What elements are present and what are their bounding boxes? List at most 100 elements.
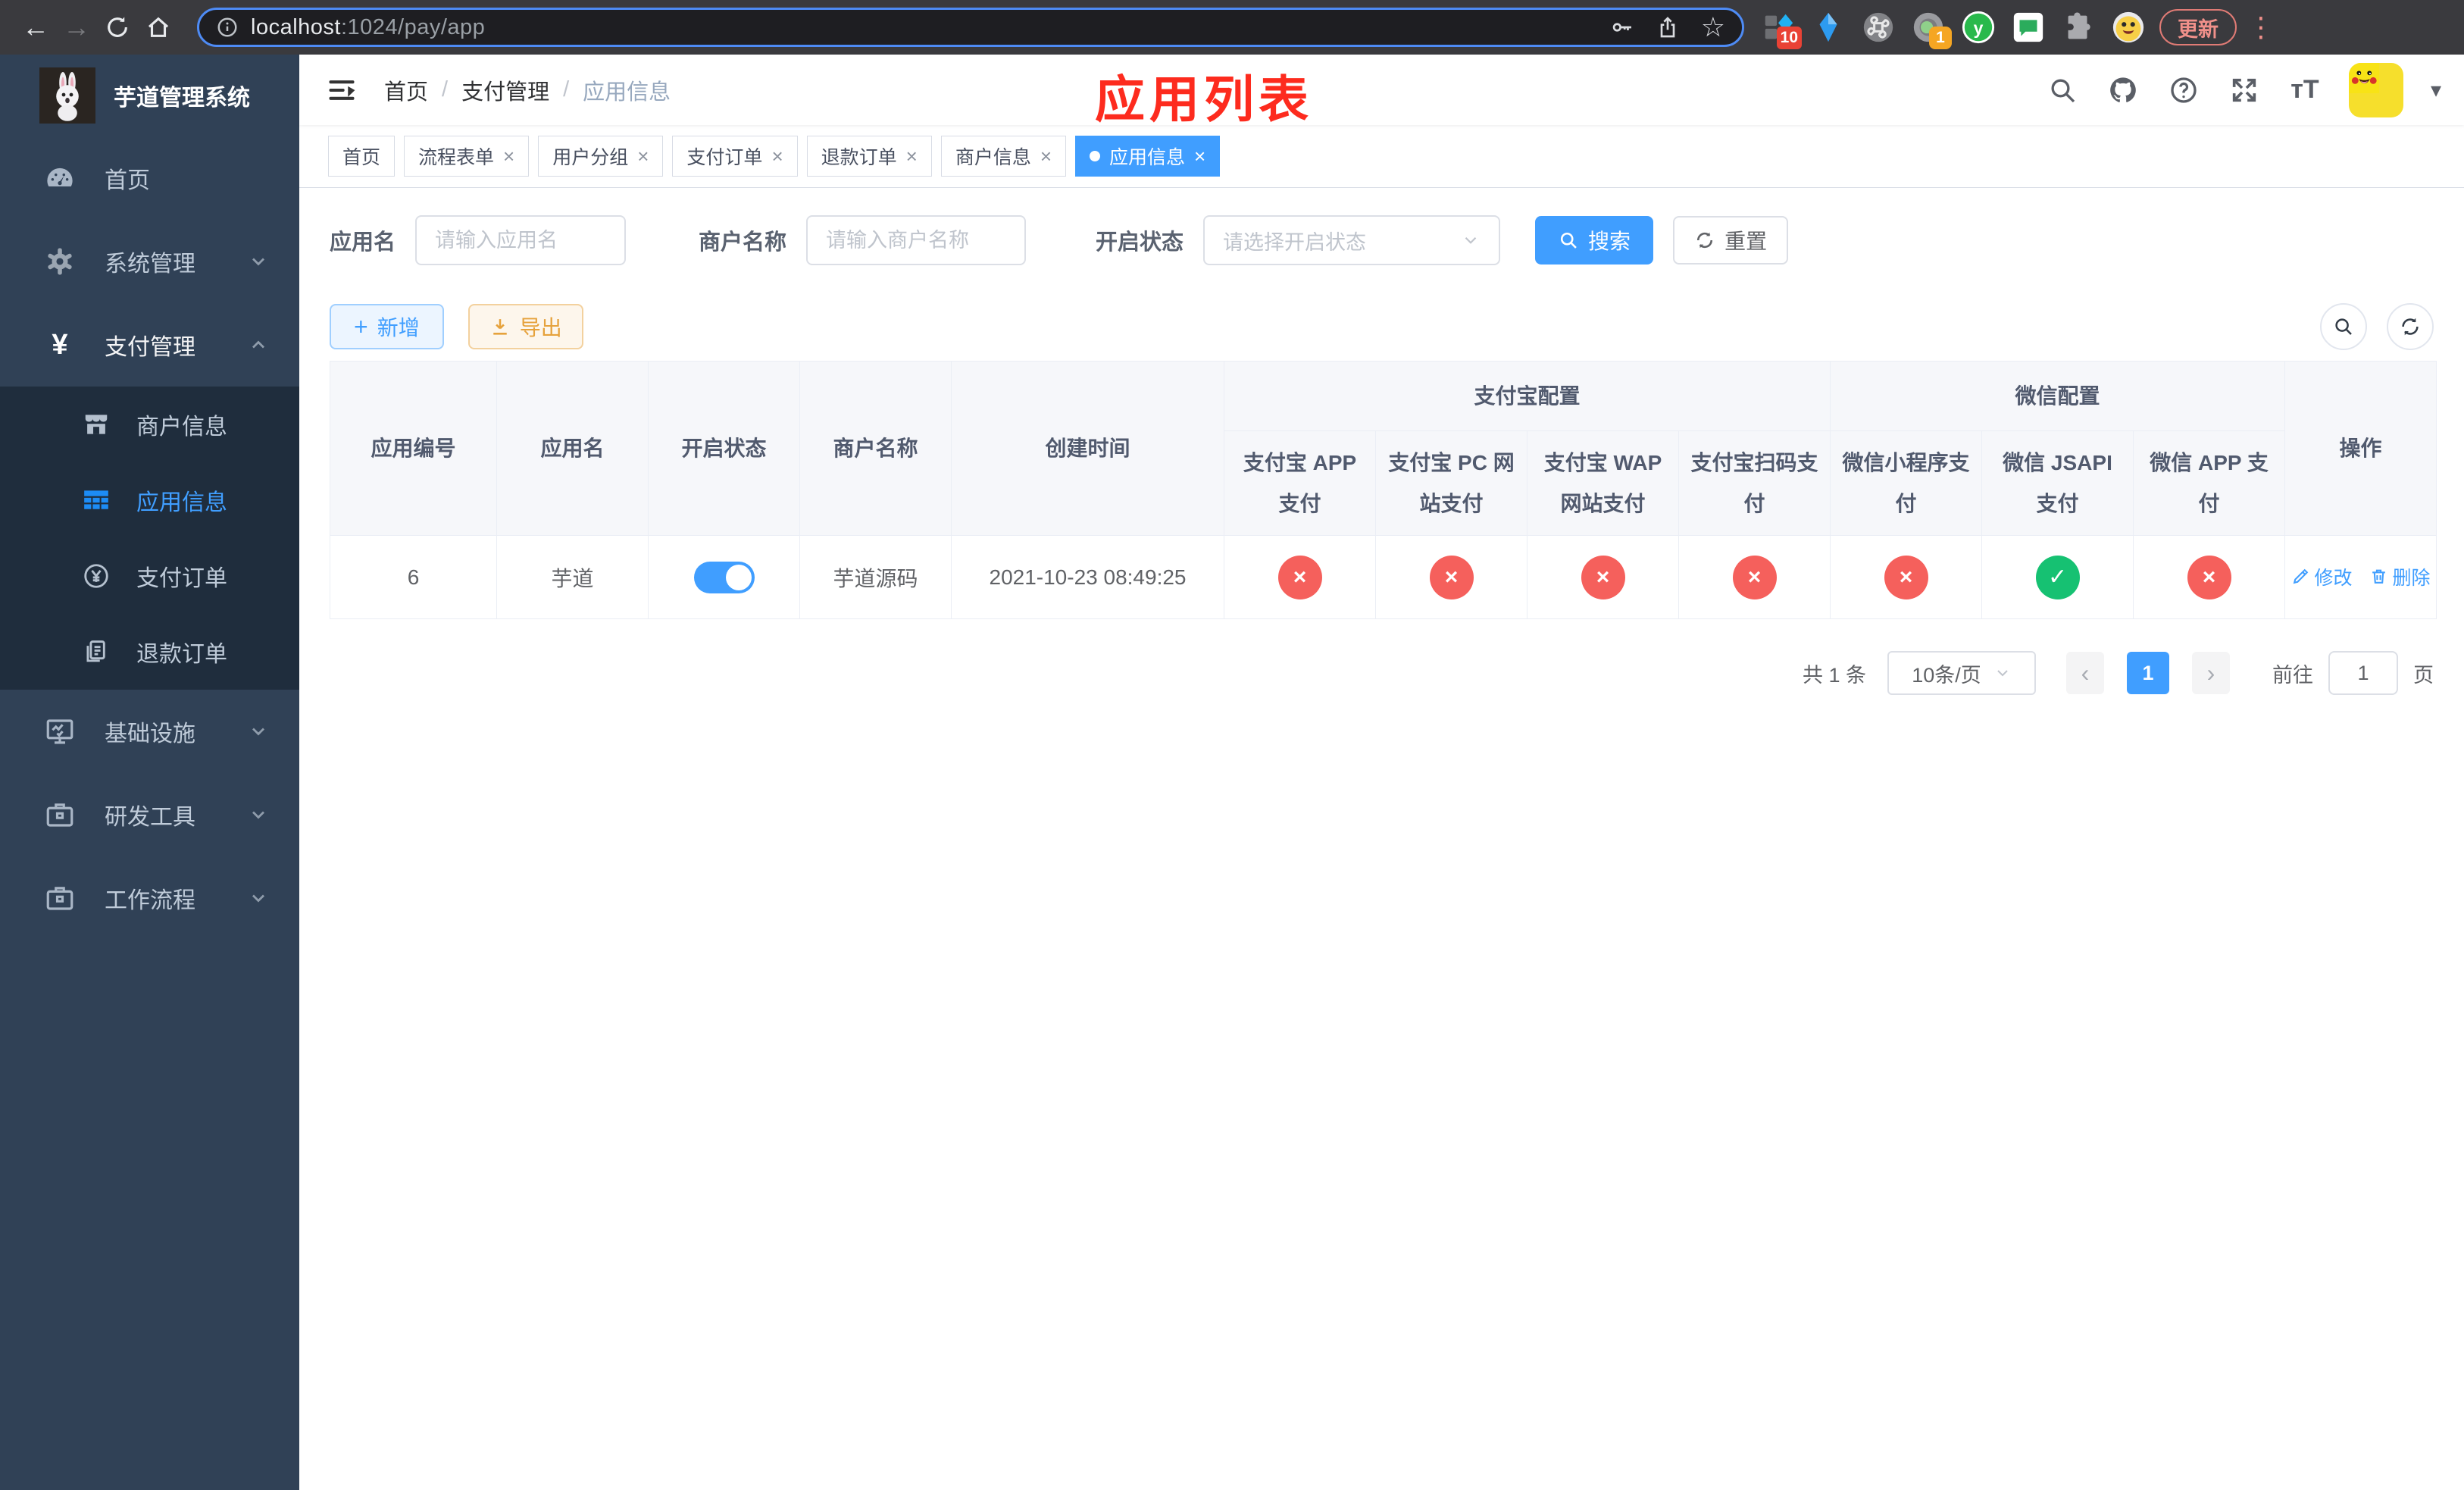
reset-button-label: 重置: [1724, 230, 1768, 253]
sidebar-item-workflow[interactable]: 工作流程: [0, 856, 299, 940]
extension-kite-icon[interactable]: [1811, 10, 1846, 45]
breadcrumb-separator: /: [563, 77, 570, 102]
sidebar-item-infrastructure[interactable]: 基础设施: [0, 690, 299, 773]
tab-process-form[interactable]: 流程表单 ×: [404, 136, 530, 177]
help-icon[interactable]: [2167, 74, 2200, 107]
tab-close-icon[interactable]: ×: [503, 146, 514, 166]
browser-home-button[interactable]: [138, 7, 179, 48]
shop-icon: [82, 410, 111, 439]
browser-back-button[interactable]: ←: [15, 7, 56, 48]
tab-user-group[interactable]: 用户分组 ×: [538, 136, 664, 177]
export-button[interactable]: 导出: [467, 304, 583, 349]
toggle-knob: [725, 564, 752, 590]
refresh-table-button[interactable]: [2387, 303, 2434, 350]
next-page-button[interactable]: ›: [2192, 652, 2230, 694]
reset-button[interactable]: 重置: [1673, 216, 1789, 265]
github-icon[interactable]: [2106, 74, 2140, 107]
pagination: 共 1 条 10条/页 ‹ 1 › 前往 页: [330, 651, 2434, 695]
address-bar[interactable]: localhost:1024/pay/app ☆: [197, 8, 1744, 47]
download-icon: [492, 319, 507, 335]
browser-reload-button[interactable]: [97, 7, 138, 48]
app-title: 芋道管理系统: [114, 86, 250, 111]
extension-yudao-icon[interactable]: y: [1961, 10, 1996, 45]
status-select[interactable]: 请选择开启状态: [1203, 215, 1501, 265]
extension-chat-icon[interactable]: [2011, 10, 2046, 45]
grid-icon: [82, 486, 111, 515]
font-size-icon[interactable]: ᴛT: [2288, 74, 2322, 107]
tab-refund-order[interactable]: 退款订单 ×: [806, 136, 932, 177]
gear-icon: [44, 246, 76, 277]
browser-update-button[interactable]: 更新: [2159, 9, 2237, 45]
sidebar-item-label: 研发工具: [105, 805, 195, 830]
add-button[interactable]: + 新增: [330, 304, 444, 349]
extensions-puzzle-icon[interactable]: [2061, 10, 2096, 45]
sidebar-item-refund-order[interactable]: 退款订单: [0, 614, 299, 690]
filter-form: 应用名 商户名称 开启状态 请选择开启状态 搜索 重置: [330, 215, 2434, 265]
merchant-name-input[interactable]: [806, 215, 1027, 265]
app-logo: [39, 67, 95, 124]
search-button[interactable]: 搜索: [1535, 216, 1654, 265]
col-app-id: 应用编号: [330, 361, 497, 536]
share-icon[interactable]: [1656, 15, 1680, 39]
breadcrumb-section[interactable]: 支付管理: [461, 74, 549, 106]
export-button-label: 导出: [519, 316, 562, 340]
cell-app-id: 6: [330, 535, 497, 619]
sidebar-item-app-info[interactable]: 应用信息: [0, 462, 299, 538]
sidebar-item-merchant-info[interactable]: 商户信息: [0, 387, 299, 462]
col-app-name: 应用名: [496, 361, 649, 536]
tab-label: 首页: [342, 147, 381, 168]
delete-link[interactable]: 删除: [2369, 563, 2431, 590]
tab-merchant-info[interactable]: 商户信息 ×: [940, 136, 1067, 177]
col-group-wechat: 微信配置: [1830, 361, 2286, 431]
status-toggle[interactable]: [693, 561, 755, 593]
col-group-alipay: 支付宝配置: [1223, 361, 1831, 431]
search-icon[interactable]: [2046, 74, 2079, 107]
sidebar-logo-row[interactable]: 芋道管理系统: [0, 55, 299, 136]
site-info-icon[interactable]: [216, 16, 239, 39]
password-key-icon[interactable]: [1610, 15, 1634, 39]
toggle-search-button[interactable]: [2320, 303, 2367, 350]
browser-forward-button[interactable]: →: [56, 7, 97, 48]
sidebar-item-pay-order[interactable]: 支付订单: [0, 538, 299, 614]
status-select-placeholder: 请选择开启状态: [1223, 230, 1367, 254]
tab-close-icon[interactable]: ×: [637, 146, 649, 166]
edit-link[interactable]: 修改: [2291, 563, 2353, 590]
page-size-select[interactable]: 10条/页: [1887, 651, 2036, 695]
goto-suffix: 页: [2413, 663, 2434, 687]
extension-emoji-avatar[interactable]: [2111, 10, 2146, 45]
yen-circle-icon: [82, 562, 111, 590]
refresh-icon: [2402, 318, 2419, 336]
tab-close-icon[interactable]: ×: [1040, 146, 1052, 166]
home-icon: [148, 17, 169, 37]
tab-close-icon[interactable]: ×: [906, 146, 918, 166]
app-name-label: 应用名: [330, 230, 396, 255]
sidebar-collapse-icon[interactable]: [325, 74, 358, 107]
browser-menu-icon[interactable]: ⋮: [2247, 11, 2276, 43]
breadcrumb-home[interactable]: 首页: [384, 74, 428, 106]
monitor-icon: [44, 715, 76, 747]
sidebar-item-system[interactable]: 系统管理: [0, 220, 299, 303]
extension-grid-icon[interactable]: 10: [1761, 10, 1802, 49]
search-button-label: 搜索: [1588, 230, 1631, 253]
page-number-current[interactable]: 1: [2127, 652, 2169, 694]
col-status: 开启状态: [648, 361, 800, 536]
prev-page-button[interactable]: ‹: [2066, 652, 2104, 694]
tab-close-icon[interactable]: ×: [771, 146, 783, 166]
pagination-total: 共 1 条: [1802, 663, 1866, 687]
tab-home[interactable]: 首页×: [328, 136, 396, 177]
fullscreen-icon[interactable]: [2228, 74, 2261, 107]
user-avatar[interactable]: [2348, 62, 2403, 117]
tab-app-info[interactable]: 应用信息 ×: [1075, 136, 1221, 177]
goto-page-input[interactable]: [2328, 651, 2398, 695]
sidebar-item-home[interactable]: 首页: [0, 136, 299, 220]
app-name-input[interactable]: [415, 215, 627, 265]
sidebar-item-dev-tools[interactable]: 研发工具: [0, 773, 299, 856]
bookmark-star-icon[interactable]: ☆: [1701, 14, 1725, 41]
extension-command-icon[interactable]: [1861, 10, 1896, 45]
channel-status-icon: ×: [1277, 555, 1322, 599]
tab-close-icon[interactable]: ×: [1194, 146, 1205, 166]
tab-pay-order[interactable]: 支付订单 ×: [672, 136, 798, 177]
avatar-caret-icon[interactable]: ▾: [2431, 77, 2441, 102]
extension-recorder-icon[interactable]: 1: [1911, 10, 1952, 49]
sidebar-item-payment[interactable]: ¥ 支付管理: [0, 303, 299, 387]
